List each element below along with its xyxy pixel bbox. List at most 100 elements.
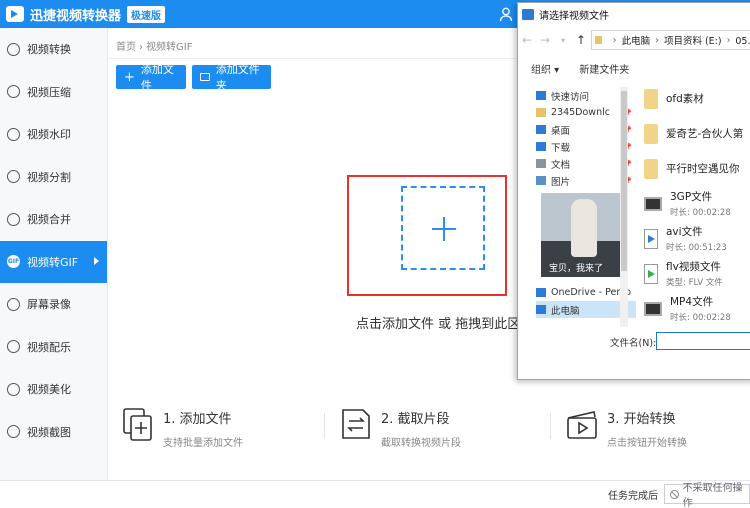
video-file-icon bbox=[644, 196, 662, 211]
dialog-title: 请选择视频文件 bbox=[539, 10, 609, 22]
tree-item-label: 桌面 bbox=[551, 125, 571, 137]
media-file-icon bbox=[644, 228, 658, 249]
tree-item-label: 此电脑 bbox=[551, 305, 580, 317]
sidebar-item[interactable]: 屏幕录像 bbox=[0, 283, 107, 326]
file-item[interactable]: 3GP文件时长: 00:02:28 bbox=[644, 186, 750, 221]
up-arrow-icon[interactable]: ↑ bbox=[572, 33, 590, 47]
breadcrumb-separator: › bbox=[139, 42, 143, 53]
desktop-icon bbox=[536, 125, 546, 134]
sidebar: 视频转换视频压缩视频水印视频分割视频合并 GIF 视频转GIF 屏幕录像视频配乐 视频美… bbox=[0, 28, 108, 480]
step-desc: 截取转换视频片段 bbox=[381, 438, 461, 449]
watermark-icon bbox=[7, 127, 20, 141]
step-divider bbox=[324, 413, 325, 439]
dialog-nav-bar: ← → ▾ ↑ › 此电脑 › 项目资料 (E:) › 05.项 bbox=[518, 27, 750, 53]
tree-scrollbar[interactable] bbox=[620, 87, 628, 327]
tree-item-label: 图片 bbox=[551, 176, 571, 188]
file-item[interactable]: 爱奇艺-合伙人第 bbox=[644, 116, 750, 151]
filename-row: 文件名(N): bbox=[518, 331, 750, 353]
edition-badge: 极速版 bbox=[127, 5, 166, 23]
star-icon bbox=[536, 91, 546, 100]
sidebar-item[interactable]: GIF 视频转GIF bbox=[0, 240, 107, 283]
screenshot-icon bbox=[7, 425, 20, 439]
sidebar-item[interactable]: 视频美化 bbox=[0, 368, 107, 411]
file-item[interactable]: ofd素材 bbox=[644, 81, 750, 116]
beautify-icon bbox=[7, 382, 20, 396]
sidebar-item-label: 屏幕录像 bbox=[27, 298, 71, 312]
document-icon bbox=[536, 159, 546, 168]
file-list: ofd素材 爱奇艺-合伙人第 平行时空遇见你 3GP文件 时长: 00:02:28 avi… bbox=[644, 81, 750, 331]
sidebar-item[interactable]: 视频转换 bbox=[0, 28, 107, 71]
after-task-label: 任务完成后 bbox=[608, 491, 658, 502]
file-name: 爱奇艺-合伙人第 bbox=[666, 128, 744, 140]
preview-thumbnail: 宝贝，我来了 bbox=[541, 193, 621, 277]
sidebar-item[interactable]: 视频分割 bbox=[0, 156, 107, 199]
tree-item-label: 文档 bbox=[551, 159, 571, 171]
file-name: flv视频文件 bbox=[666, 261, 721, 273]
step-desc: 点击按钮开始转换 bbox=[607, 438, 687, 449]
path-segment[interactable]: 此电脑 bbox=[622, 33, 651, 47]
drop-hint: 点击添加文件 或 拖拽到此区 bbox=[356, 317, 521, 332]
breadcrumb-home[interactable]: 首页 bbox=[116, 42, 136, 53]
sidebar-item-label: 视频压缩 bbox=[27, 85, 71, 99]
filename-label: 文件名(N): bbox=[610, 338, 657, 349]
thumbnail-figure bbox=[571, 199, 597, 257]
convert-icon bbox=[7, 42, 20, 56]
organize-menu[interactable]: 组织 ▾ bbox=[531, 61, 559, 76]
tree-item-label: 快速访问 bbox=[551, 91, 590, 103]
dialog-app-icon bbox=[522, 8, 534, 20]
step-clip: 2. 截取片段截取转换视频片段 bbox=[339, 406, 461, 449]
split-icon bbox=[7, 170, 20, 184]
forward-arrow-icon[interactable]: → bbox=[536, 33, 554, 47]
sidebar-item[interactable]: 视频压缩 bbox=[0, 71, 107, 114]
gif-icon: GIF bbox=[7, 255, 20, 269]
new-folder-button[interactable]: 新建文件夹 bbox=[579, 61, 629, 76]
address-bar[interactable]: › 此电脑 › 项目资料 (E:) › 05.项 bbox=[591, 30, 750, 50]
back-arrow-icon[interactable]: ← bbox=[518, 33, 536, 47]
path-segment[interactable]: 项目资料 (E:) bbox=[664, 33, 722, 47]
add-folder-button[interactable]: 添加文件夹 bbox=[192, 63, 271, 92]
thumbnail-caption: 宝贝，我来了 bbox=[549, 264, 604, 274]
dialog-title-bar: 请选择视频文件 bbox=[518, 3, 750, 25]
step-title: 2. 截取片段 bbox=[381, 412, 450, 427]
sidebar-item[interactable]: 视频合并 bbox=[0, 198, 107, 241]
tree-item-label: 2345Downlc bbox=[551, 107, 610, 118]
sidebar-item-label: 视频分割 bbox=[27, 170, 71, 184]
plus-icon-vertical bbox=[443, 217, 445, 241]
file-item[interactable]: MP4文件 时长: 00:02:28 bbox=[644, 291, 750, 326]
file-item[interactable]: 平行时空遇见你 bbox=[644, 151, 750, 186]
app-logo-icon bbox=[6, 6, 24, 22]
folder-icon bbox=[644, 123, 658, 144]
chevron-right-icon bbox=[94, 256, 99, 265]
sidebar-item[interactable]: 视频水印 bbox=[0, 113, 107, 156]
scrollbar-thumb[interactable] bbox=[621, 91, 627, 271]
file-meta: 时长: 00:02:28 bbox=[670, 208, 731, 218]
sidebar-item-label: 视频合并 bbox=[27, 213, 71, 227]
music-icon bbox=[7, 340, 20, 354]
after-task-select[interactable]: 不采取任何操作 bbox=[664, 483, 750, 508]
download-icon bbox=[536, 142, 546, 151]
file-name: 3GP文件 bbox=[670, 191, 713, 203]
folder-icon bbox=[644, 88, 658, 109]
app-window: 迅捷视频转换器 极速版 视频转换 视频压缩 视频水印 视频分割 视频合并 GIF 视频转GI… bbox=[0, 0, 750, 508]
dialog-toolbar: 组织 ▾ 新建文件夹 bbox=[518, 57, 750, 79]
path-sep: › bbox=[726, 34, 731, 46]
sidebar-item[interactable]: 视频配乐 bbox=[0, 326, 107, 369]
path-sep: › bbox=[655, 34, 659, 46]
filename-input[interactable] bbox=[656, 332, 750, 350]
file-item[interactable]: flv视频文件 类型: FLV 文件 bbox=[644, 256, 750, 291]
video-file-icon bbox=[644, 301, 662, 316]
sidebar-item-label: 视频转GIF bbox=[27, 255, 79, 269]
add-file-button[interactable]: + 添加文件 bbox=[116, 63, 186, 92]
sidebar-item[interactable]: 视频截图 bbox=[0, 411, 107, 454]
folder-icon bbox=[595, 36, 602, 44]
step-convert: 3. 开始转换点击按钮开始转换 bbox=[565, 406, 687, 449]
file-item[interactable]: avi文件 时长: 00:51:23 bbox=[644, 221, 750, 256]
add-file-label: 添加文件 bbox=[140, 63, 174, 92]
gif-icon-text: GIF bbox=[7, 258, 20, 266]
drop-zone[interactable] bbox=[401, 186, 485, 270]
step-title: 3. 开始转换 bbox=[607, 412, 676, 427]
path-segment[interactable]: 05.项 bbox=[735, 33, 750, 47]
chevron-down-icon[interactable]: ▾ bbox=[554, 36, 572, 45]
file-name: 平行时空遇见你 bbox=[666, 163, 740, 175]
user-icon[interactable] bbox=[498, 6, 514, 22]
